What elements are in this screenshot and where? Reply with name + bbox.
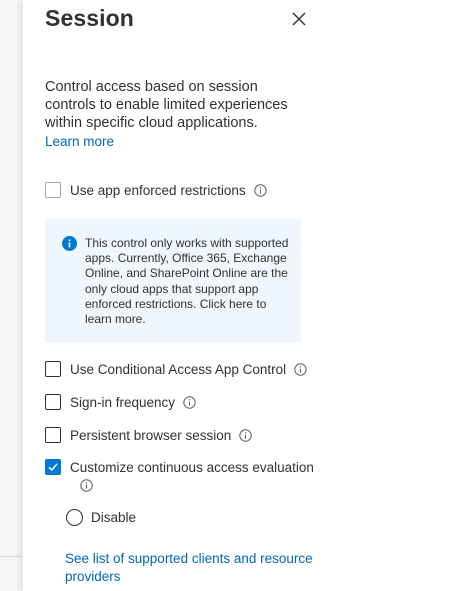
info-icon[interactable] — [80, 479, 93, 492]
page: Session Control access based on session … — [0, 0, 450, 591]
disable-radio-option[interactable]: Disable — [66, 509, 136, 526]
persistent-browser-session-option[interactable]: Persistent browser session — [45, 427, 253, 443]
learn-more-link[interactable]: Learn more — [45, 134, 114, 149]
disable-radio[interactable] — [66, 509, 83, 526]
info-icon[interactable] — [294, 362, 307, 376]
supported-clients-link[interactable]: See list of supported clients and resour… — [65, 550, 315, 586]
info-icon[interactable] — [239, 428, 253, 442]
radio-label: Disable — [91, 510, 137, 525]
conditional-access-app-control-checkbox[interactable] — [45, 361, 61, 377]
session-panel: Session Control access based on session … — [23, 0, 450, 591]
option-label: Persistent browser session — [70, 427, 232, 443]
app-enforced-restrictions-checkbox[interactable] — [45, 182, 61, 198]
panel-title: Session — [45, 5, 134, 31]
option-label: Use Conditional Access App Control — [70, 361, 287, 377]
option-label: Sign-in frequency — [70, 394, 176, 410]
close-icon — [292, 12, 306, 26]
conditional-access-app-control-option[interactable]: Use Conditional Access App Control — [45, 361, 307, 377]
continuous-access-evaluation-option[interactable]: Customize continuous access evaluation — [45, 459, 314, 475]
option-label: Customize continuous access evaluation — [70, 459, 314, 475]
checkmark-icon — [48, 463, 58, 472]
info-message-text: This control only works with supported a… — [85, 236, 289, 327]
divider — [0, 556, 22, 557]
info-filled-icon — [62, 236, 77, 251]
panel-description: Control access based on session controls… — [45, 79, 288, 131]
sign-in-frequency-checkbox[interactable] — [45, 394, 61, 410]
background-page — [0, 0, 22, 591]
continuous-access-evaluation-checkbox[interactable] — [45, 459, 61, 475]
close-button[interactable] — [289, 9, 309, 29]
info-icon[interactable] — [253, 183, 267, 197]
info-message-box[interactable]: This control only works with supported a… — [45, 219, 301, 342]
option-label: Use app enforced restrictions — [70, 182, 246, 198]
info-icon[interactable] — [183, 395, 196, 409]
persistent-browser-session-checkbox[interactable] — [45, 427, 61, 443]
app-enforced-restrictions-option[interactable]: Use app enforced restrictions — [45, 182, 267, 198]
sign-in-frequency-option[interactable]: Sign-in frequency — [45, 394, 196, 410]
